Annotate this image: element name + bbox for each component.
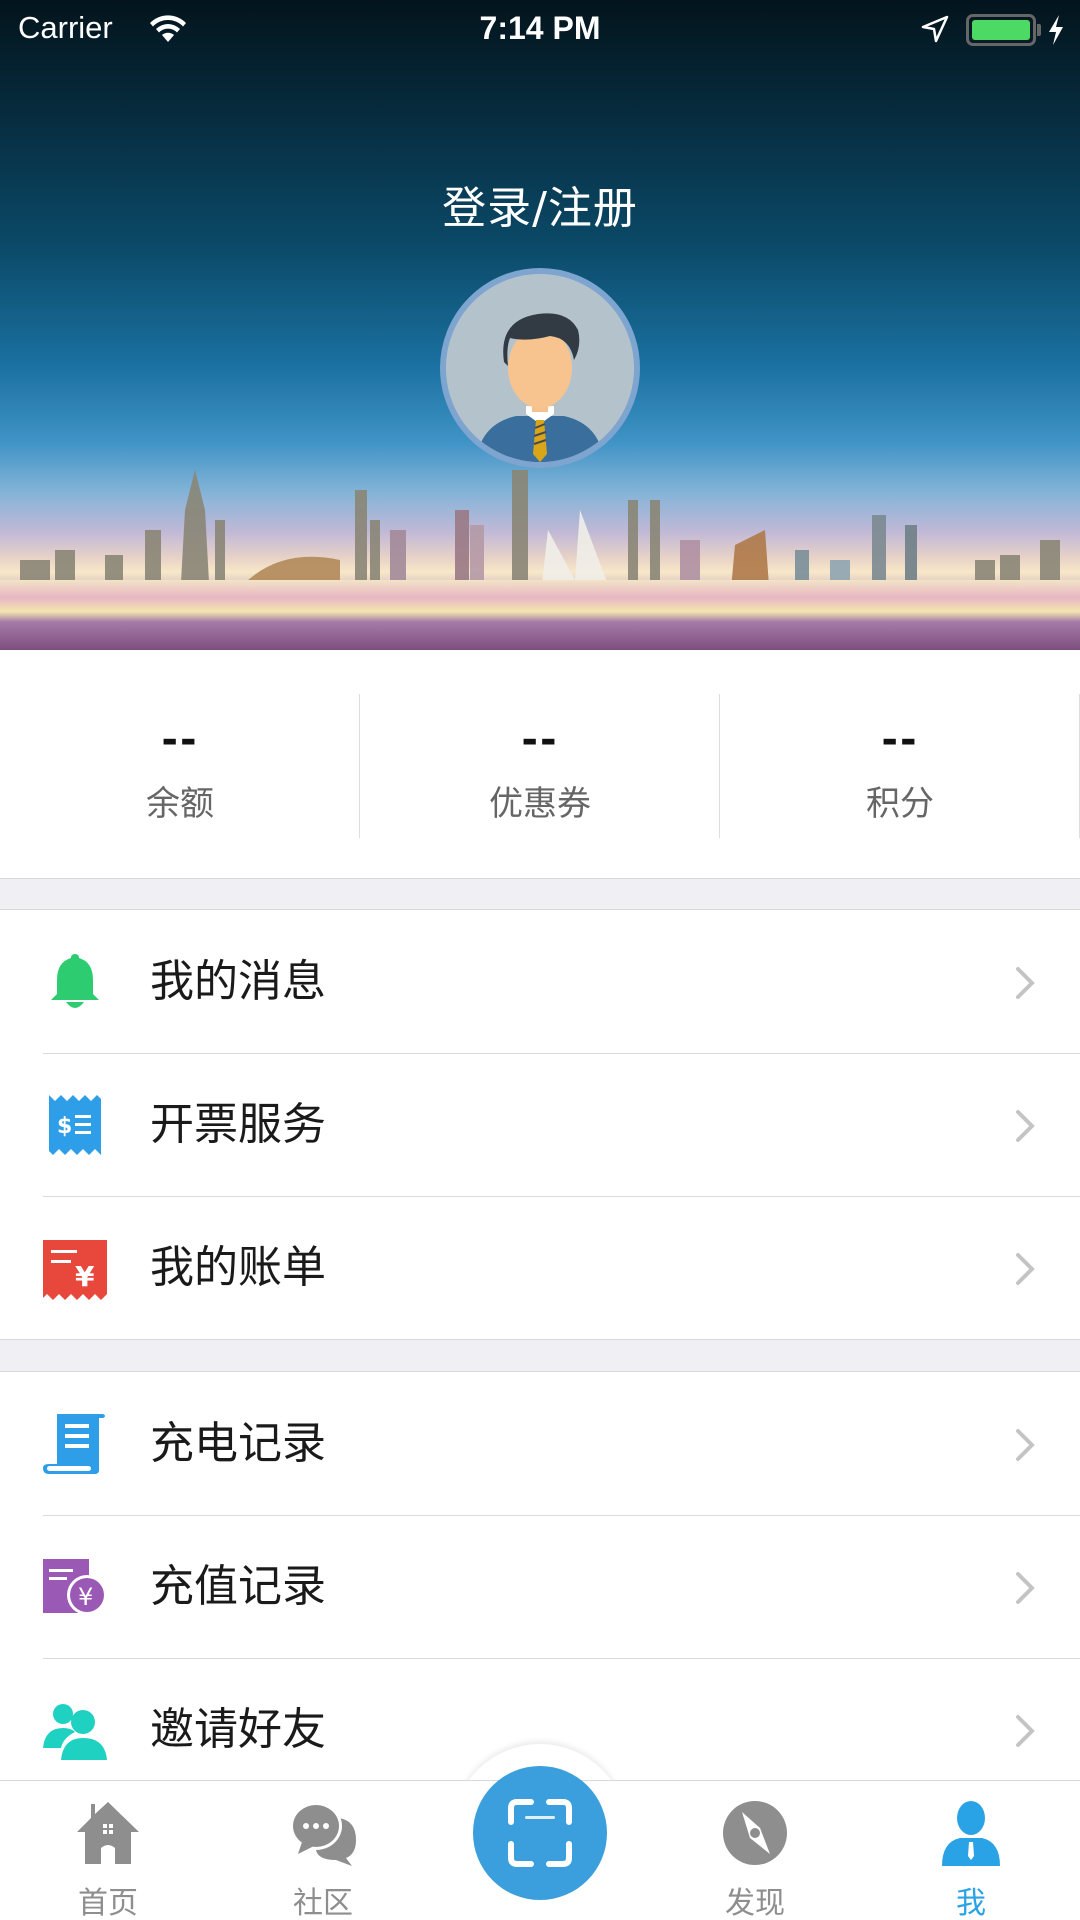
scroll-list-icon	[43, 1414, 105, 1474]
login-register-link[interactable]: 登录/注册	[0, 172, 1080, 236]
menu-item-label: 我的账单	[150, 1242, 326, 1293]
svg-text:¥: ¥	[78, 1583, 93, 1611]
recharge-yuan-icon: ¥	[43, 1559, 107, 1615]
tab-label: 社区	[293, 1886, 353, 1920]
scan-button[interactable]	[473, 1766, 607, 1900]
menu-item-label: 邀请好友	[150, 1704, 326, 1755]
stat-label: 优惠券	[489, 784, 591, 824]
menu-item-recharge-records[interactable]: ¥ 充值记录	[0, 1515, 1080, 1658]
stat-label: 积分	[866, 784, 934, 824]
menu-item-label: 充值记录	[150, 1561, 326, 1612]
tab-discover[interactable]: 发现	[675, 1798, 835, 1920]
horizon-decoration	[0, 580, 1080, 650]
menu-item-invoice-service[interactable]: $ 开票服务	[0, 1053, 1080, 1196]
chevron-right-icon	[1016, 1110, 1035, 1142]
menu-item-my-bills[interactable]: ¥ 我的账单	[0, 1196, 1080, 1339]
tab-community[interactable]: 社区	[243, 1798, 403, 1920]
stat-balance[interactable]: -- 余额	[0, 650, 360, 878]
chevron-right-icon	[1016, 1572, 1035, 1604]
tab-label: 发现	[725, 1886, 785, 1920]
invite-friends-icon	[43, 1704, 107, 1760]
charging-bolt-icon	[1049, 15, 1063, 45]
chevron-right-icon	[1016, 1429, 1035, 1461]
menu-item-label: 我的消息	[150, 956, 326, 1007]
clock: 7:14 PM	[479, 10, 601, 46]
invoice-receipt-icon: $	[49, 1095, 101, 1155]
avatar[interactable]	[440, 268, 640, 468]
profile-header: Carrier 7:14 PM 登录/注册	[0, 0, 1080, 650]
user-avatar-icon	[446, 274, 634, 462]
svg-text:¥: ¥	[75, 1260, 95, 1293]
menu-group-account: 我的消息 $ 开票服务 ¥ 我的账单	[0, 909, 1080, 1340]
location-arrow-icon	[921, 15, 949, 43]
bill-yuan-icon: ¥	[43, 1240, 107, 1300]
tab-label: 首页	[78, 1886, 138, 1920]
user-icon	[942, 1801, 1000, 1866]
menu-item-label: 充电记录	[150, 1418, 326, 1469]
tab-me[interactable]: 我	[891, 1798, 1051, 1920]
menu-group-records: 充电记录 ¥ 充值记录 邀请好友	[0, 1371, 1080, 1802]
status-bar: Carrier 7:14 PM	[0, 0, 1080, 60]
account-stats: -- 余额 -- 优惠券 -- 积分	[0, 650, 1080, 879]
battery-icon	[966, 14, 1036, 46]
stat-coupons[interactable]: -- 优惠券	[360, 650, 720, 878]
svg-text:$: $	[57, 1114, 72, 1139]
tab-home[interactable]: 首页	[28, 1798, 188, 1920]
stat-label: 余额	[146, 784, 214, 824]
bell-icon	[51, 954, 99, 1008]
stat-points[interactable]: -- 积分	[720, 650, 1080, 878]
chevron-right-icon	[1016, 967, 1035, 999]
chevron-right-icon	[1016, 1253, 1035, 1285]
scan-icon	[508, 1799, 572, 1867]
tab-label: 我	[956, 1886, 986, 1920]
stat-value: --	[521, 717, 559, 763]
stat-value: --	[881, 717, 919, 763]
menu-item-my-messages[interactable]: 我的消息	[0, 910, 1080, 1053]
stat-value: --	[161, 717, 199, 763]
menu-item-label: 开票服务	[150, 1099, 326, 1150]
chat-bubbles-icon	[290, 1802, 356, 1866]
chevron-right-icon	[1016, 1715, 1035, 1747]
home-icon	[77, 1802, 139, 1864]
menu-item-charging-records[interactable]: 充电记录	[0, 1372, 1080, 1515]
compass-icon	[723, 1801, 787, 1865]
